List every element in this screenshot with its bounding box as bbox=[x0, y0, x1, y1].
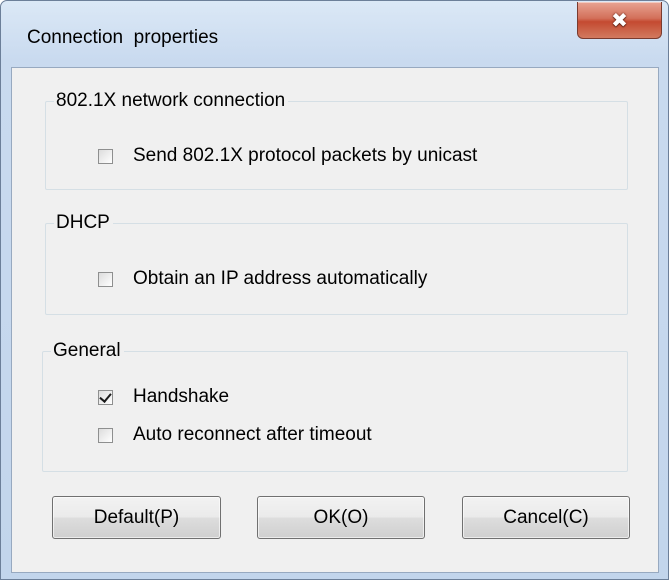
default-button[interactable]: Default(P) bbox=[52, 496, 221, 539]
unicast-option[interactable]: Send 802.1X protocol packets by unicast bbox=[98, 144, 477, 168]
group-dhcp-title: DHCP bbox=[54, 212, 113, 234]
window-title: Connection properties bbox=[27, 27, 219, 48]
auto-reconnect-label: Auto reconnect after timeout bbox=[133, 424, 372, 445]
group-general-title: General bbox=[51, 340, 124, 362]
auto-reconnect-option[interactable]: Auto reconnect after timeout bbox=[98, 423, 372, 447]
handshake-label: Handshake bbox=[133, 386, 230, 407]
dialog-body: 802.1X network connection Send 802.1X pr… bbox=[11, 67, 659, 573]
dialog-window: Connection properties ✖ 802.1X network c… bbox=[0, 0, 669, 580]
close-button[interactable]: ✖ bbox=[577, 2, 662, 39]
group-dhcp: DHCP Obtain an IP address automatically bbox=[45, 212, 628, 315]
group-general: General Handshake Auto reconnect after t… bbox=[42, 340, 628, 472]
dhcp-option[interactable]: Obtain an IP address automatically bbox=[98, 267, 427, 291]
unicast-checkbox[interactable] bbox=[98, 148, 113, 164]
dhcp-checkbox[interactable] bbox=[98, 271, 113, 287]
group-8021x: 802.1X network connection Send 802.1X pr… bbox=[45, 90, 628, 190]
unicast-label: Send 802.1X protocol packets by unicast bbox=[133, 145, 478, 166]
auto-reconnect-checkbox[interactable] bbox=[98, 427, 113, 443]
handshake-checkbox[interactable] bbox=[98, 389, 113, 405]
cancel-button[interactable]: Cancel(C) bbox=[462, 496, 630, 539]
handshake-option[interactable]: Handshake bbox=[98, 385, 229, 409]
ok-button[interactable]: OK(O) bbox=[257, 496, 425, 539]
group-8021x-title: 802.1X network connection bbox=[54, 90, 289, 112]
close-icon: ✖ bbox=[611, 8, 628, 32]
dhcp-label: Obtain an IP address automatically bbox=[133, 268, 428, 289]
